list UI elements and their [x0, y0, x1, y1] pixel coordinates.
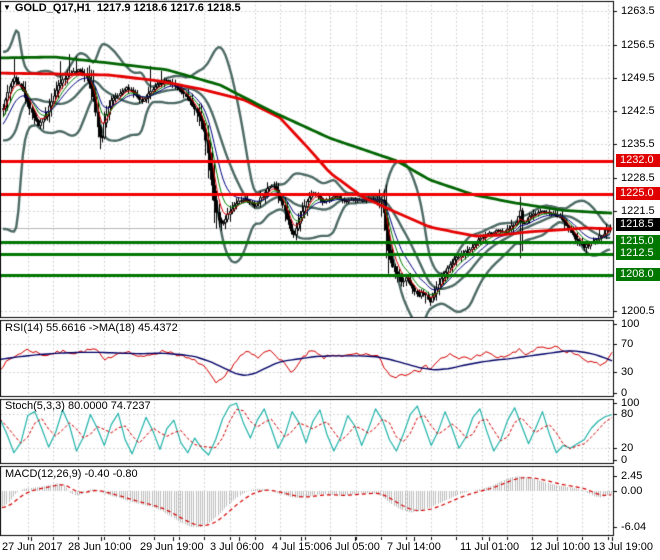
- trading-chart-window: ▼ GOLD_Q17,H1 1217.9 1218.6 1217.6 1218.5…: [0, 0, 660, 560]
- price-chart-canvas[interactable]: [0, 0, 660, 560]
